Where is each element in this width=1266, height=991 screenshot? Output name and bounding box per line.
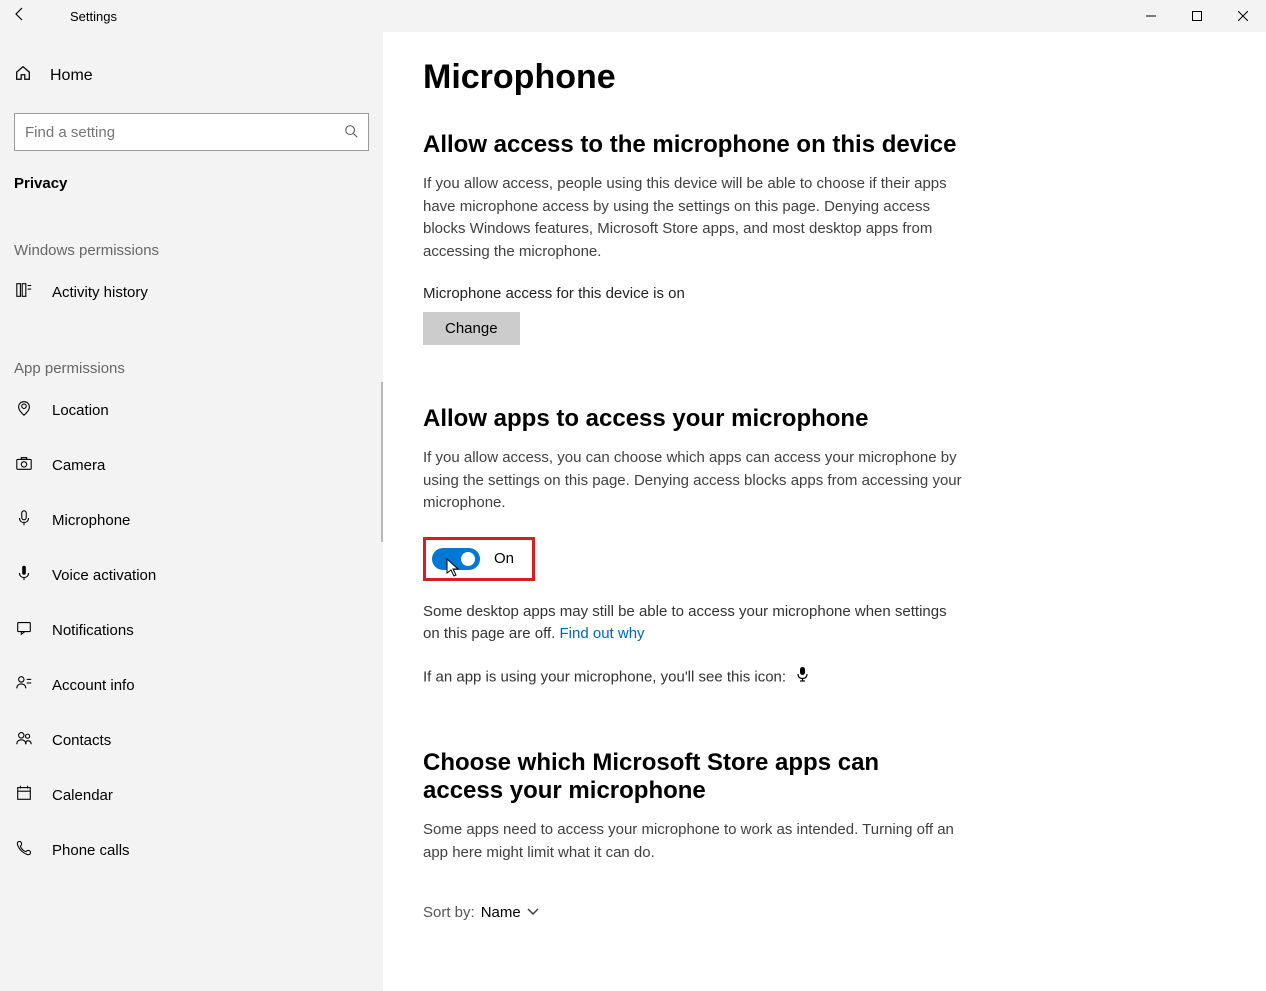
toggle-knob — [461, 552, 475, 566]
contacts-icon — [14, 729, 34, 752]
sidebar-item-phone-calls[interactable]: Phone calls — [0, 823, 383, 878]
sidebar: Home Privacy Windows permissions Activit… — [0, 32, 383, 991]
sidebar-item-label: Location — [52, 402, 109, 419]
account-info-icon — [14, 674, 34, 697]
close-button[interactable] — [1220, 0, 1266, 32]
sidebar-item-label: Account info — [52, 677, 135, 694]
phone-icon — [14, 839, 34, 862]
toggle-state-label: On — [494, 550, 514, 567]
sidebar-item-account-info[interactable]: Account info — [0, 658, 383, 713]
section-heading-device-access: Allow access to the microphone on this d… — [423, 131, 1226, 159]
window-title: Settings — [40, 9, 117, 24]
main-content: Microphone Allow access to the microphon… — [383, 32, 1266, 991]
sidebar-category: Privacy — [0, 151, 383, 202]
sidebar-item-notifications[interactable]: Notifications — [0, 603, 383, 658]
search-input[interactable] — [25, 124, 344, 141]
microphone-icon — [14, 509, 34, 532]
sort-by-row[interactable]: Sort by: Name — [423, 904, 1226, 921]
title-bar: Settings — [0, 0, 1266, 32]
app-access-toggle[interactable] — [432, 548, 480, 570]
page-title: Microphone — [423, 58, 1226, 97]
desktop-apps-note: Some desktop apps may still be able to a… — [423, 601, 963, 646]
note-text-a: Some desktop apps may still be able to a… — [423, 603, 947, 643]
section-heading-store-apps: Choose which Microsoft Store apps can ac… — [423, 749, 963, 805]
section-desc-device-access: If you allow access, people using this d… — [423, 173, 963, 263]
sidebar-item-label: Notifications — [52, 622, 134, 639]
section-desc-store-apps: Some apps need to access your microphone… — [423, 819, 963, 864]
sidebar-item-label: Calendar — [52, 787, 113, 804]
calendar-icon — [14, 784, 34, 807]
minimize-button[interactable] — [1128, 0, 1174, 32]
sort-value: Name — [481, 904, 521, 921]
sidebar-item-label: Contacts — [52, 732, 111, 749]
change-button[interactable]: Change — [423, 312, 520, 345]
mic-in-use-note: If an app is using your microphone, you'… — [423, 666, 963, 690]
sidebar-item-label: Camera — [52, 457, 105, 474]
sidebar-item-activity-history[interactable]: Activity history — [0, 265, 383, 320]
sidebar-item-label: Microphone — [52, 512, 130, 529]
notifications-icon — [14, 619, 34, 642]
note-text-b: If an app is using your microphone, you'… — [423, 668, 786, 685]
section-heading-app-access: Allow apps to access your microphone — [423, 405, 1226, 433]
sidebar-item-label: Phone calls — [52, 842, 130, 859]
scrollbar[interactable] — [381, 382, 383, 542]
microphone-status-icon — [796, 666, 809, 690]
back-button[interactable] — [0, 6, 40, 27]
sidebar-item-voice-activation[interactable]: Voice activation — [0, 548, 383, 603]
search-box[interactable] — [14, 113, 369, 151]
find-out-why-link[interactable]: Find out why — [560, 625, 645, 642]
sidebar-item-microphone[interactable]: Microphone — [0, 493, 383, 548]
search-icon — [344, 124, 358, 141]
sidebar-group-windows-permissions: Windows permissions — [0, 202, 383, 265]
sidebar-item-camera[interactable]: Camera — [0, 438, 383, 493]
location-icon — [14, 399, 34, 422]
sidebar-home[interactable]: Home — [0, 52, 383, 99]
sort-label: Sort by: — [423, 904, 475, 921]
sidebar-item-location[interactable]: Location — [0, 383, 383, 438]
camera-icon — [14, 454, 34, 477]
activity-history-icon — [14, 281, 34, 304]
app-access-toggle-highlight: On — [423, 537, 535, 581]
voice-activation-icon — [14, 564, 34, 587]
sidebar-item-label: Activity history — [52, 284, 148, 301]
home-icon — [14, 64, 32, 87]
chevron-down-icon — [527, 907, 539, 919]
maximize-button[interactable] — [1174, 0, 1220, 32]
sidebar-home-label: Home — [50, 67, 93, 85]
sidebar-item-calendar[interactable]: Calendar — [0, 768, 383, 823]
sidebar-item-contacts[interactable]: Contacts — [0, 713, 383, 768]
device-access-status: Microphone access for this device is on — [423, 285, 1226, 302]
sidebar-group-app-permissions: App permissions — [0, 320, 383, 383]
sidebar-item-label: Voice activation — [52, 567, 156, 584]
section-desc-app-access: If you allow access, you can choose whic… — [423, 447, 963, 515]
